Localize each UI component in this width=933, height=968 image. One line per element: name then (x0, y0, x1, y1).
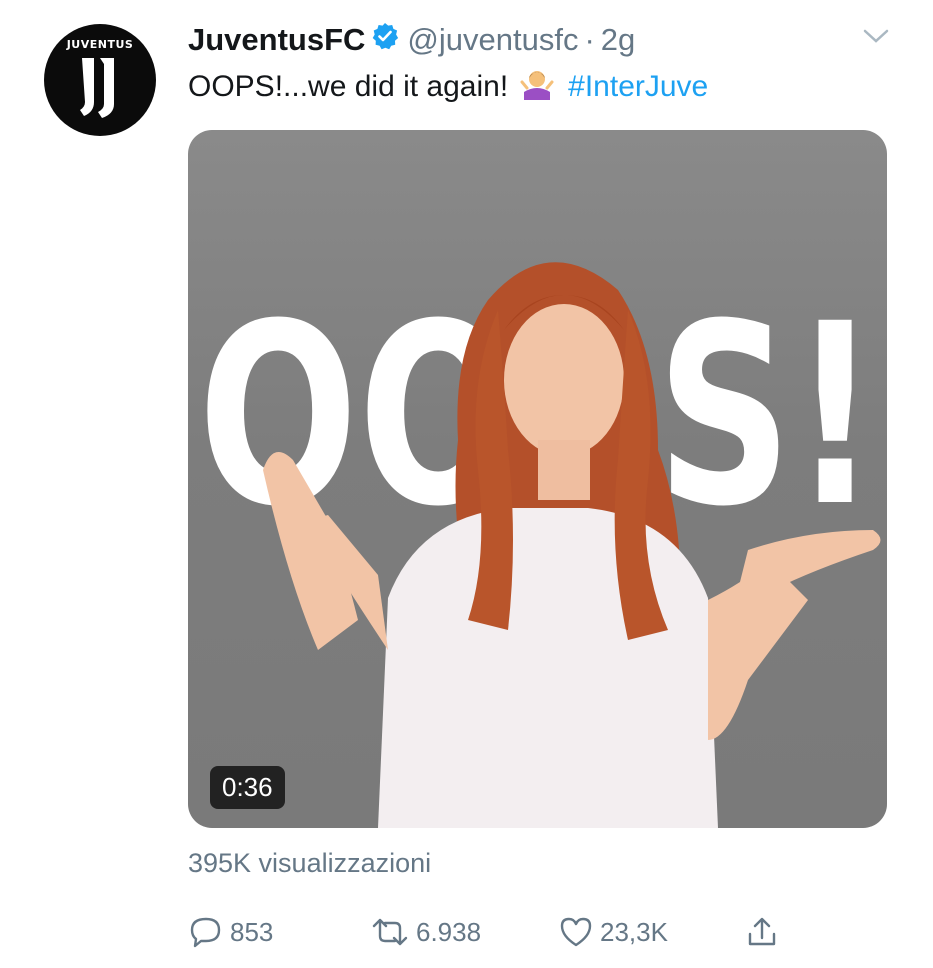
like-button[interactable]: 23,3K (558, 914, 668, 950)
share-icon (748, 917, 776, 946)
video-frame: OOPS! (198, 262, 881, 828)
person-shrugging-icon (520, 66, 554, 108)
heart-icon (560, 917, 592, 947)
tweet-actions: 853 6.938 23,3K (188, 914, 788, 954)
user-handle[interactable]: @juventusfc (407, 22, 578, 58)
reply-icon (190, 917, 221, 948)
retweet-icon (372, 918, 408, 946)
verified-badge-icon (371, 22, 399, 58)
retweet-button[interactable]: 6.938 (370, 914, 481, 950)
reply-count: 853 (230, 916, 274, 947)
view-count: 395K visualizzazioni (188, 848, 432, 878)
hashtag-link[interactable]: #InterJuve (568, 70, 708, 104)
avatar-brand-text: JUVENTUS (66, 38, 134, 51)
tweet-text-main: OOPS!...we did it again! (188, 70, 509, 103)
timestamp[interactable]: 2g (601, 22, 635, 58)
retweet-count: 6.938 (416, 916, 482, 947)
tweet-text: OOPS!...we did it again! #InterJuve (188, 66, 708, 108)
tweet-header: JuventusFC @juventusfc · 2g (188, 22, 635, 58)
share-button[interactable] (744, 914, 786, 950)
display-name[interactable]: JuventusFC (188, 22, 365, 58)
juventus-logo-icon (80, 58, 114, 118)
avatar[interactable]: JUVENTUS (44, 24, 156, 136)
like-count: 23,3K (600, 916, 668, 947)
video-player[interactable]: OOPS! 0:36 (188, 130, 887, 828)
reply-button[interactable]: 853 (188, 914, 273, 950)
video-duration-badge: 0:36 (210, 766, 285, 809)
separator-dot: · (584, 22, 595, 57)
chevron-down-icon[interactable] (862, 26, 890, 51)
